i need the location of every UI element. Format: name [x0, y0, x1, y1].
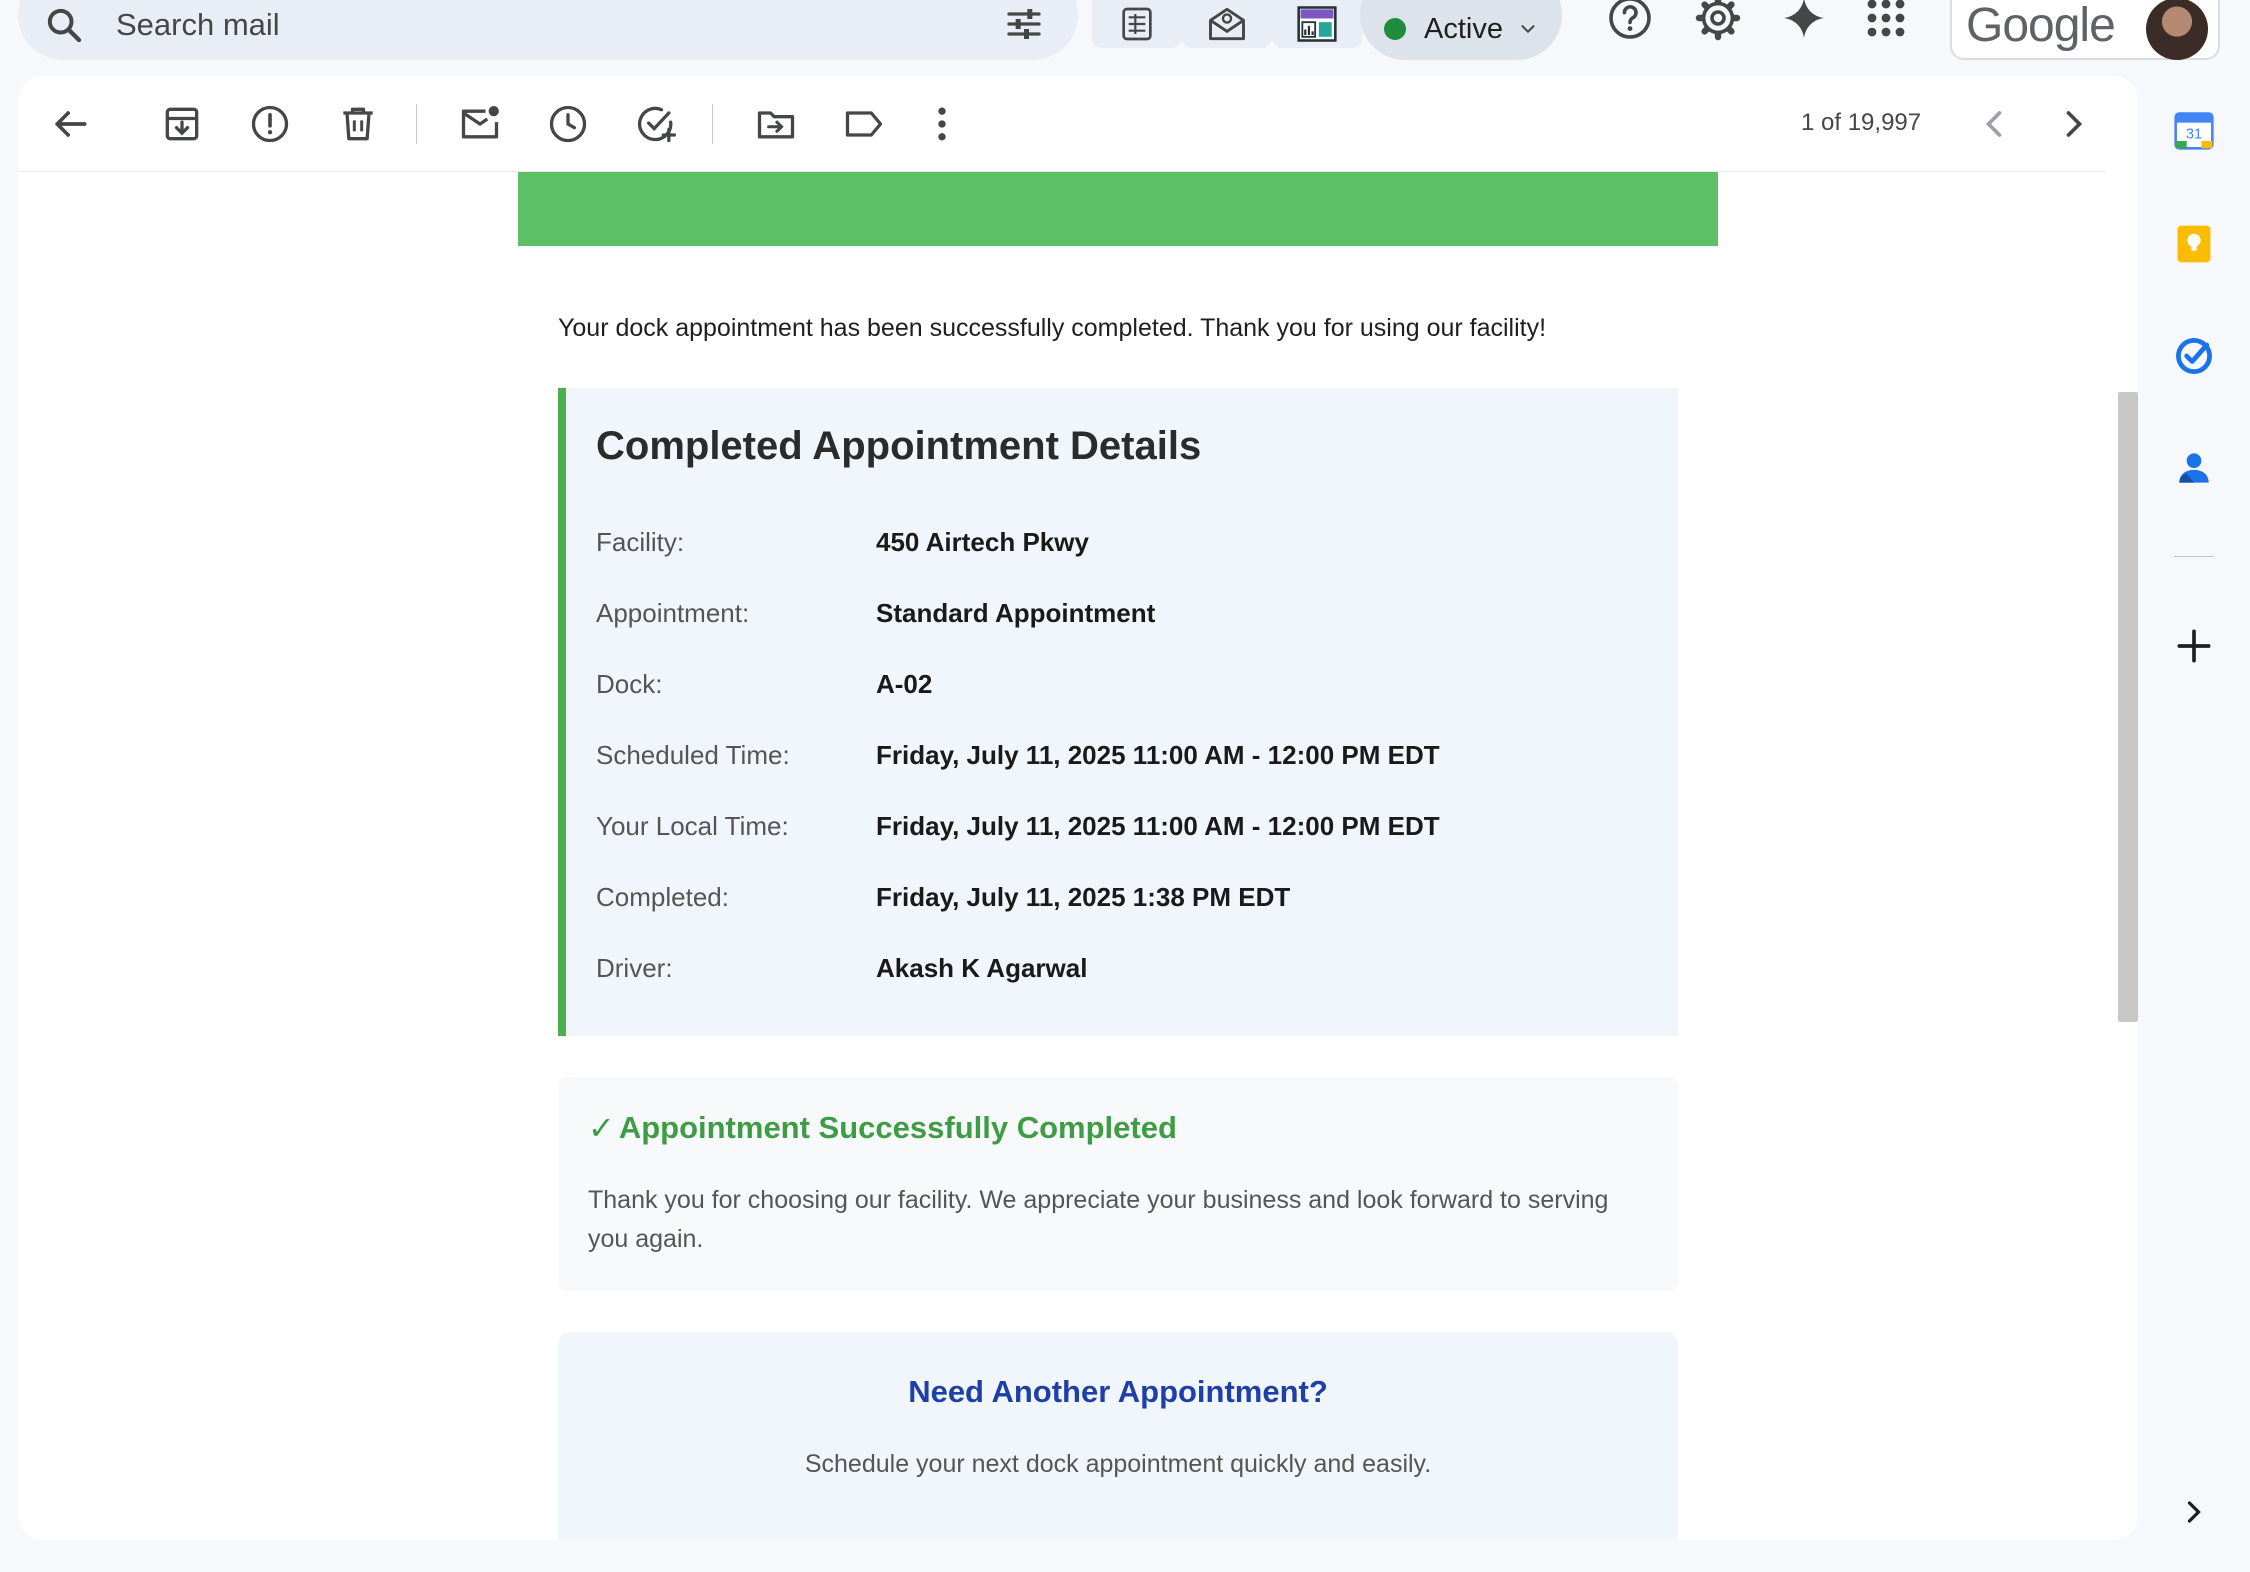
add-icon[interactable] — [2172, 624, 2216, 668]
book-again-heading: Need Another Appointment? — [908, 1374, 1328, 1409]
details-heading: Completed Appointment Details — [596, 424, 1202, 468]
appointment-details-card: Completed Appointment Details Facility: … — [558, 388, 1678, 1036]
open-mail-icon — [1209, 7, 1245, 41]
delete-icon[interactable] — [336, 102, 380, 146]
detail-label: Completed: — [596, 881, 729, 912]
detail-label: Driver: — [596, 952, 673, 983]
message-toolbar: 1 of 19,997 — [18, 76, 2106, 172]
detail-value: Friday, July 11, 2025 1:38 PM EDT — [876, 881, 1291, 912]
detail-row-local-time: Your Local Time: Friday, July 11, 2025 1… — [596, 806, 1440, 846]
mark-unread-icon[interactable] — [458, 102, 502, 146]
table-icon — [1122, 7, 1152, 41]
detail-label: Dock: — [596, 668, 663, 699]
side-panel-divider — [2174, 556, 2214, 557]
toolbar-divider — [712, 104, 713, 144]
archive-icon[interactable] — [160, 102, 204, 146]
detail-value: Friday, July 11, 2025 11:00 AM - 12:00 P… — [876, 810, 1440, 841]
tasks-icon[interactable] — [2172, 334, 2216, 378]
search-options-icon[interactable] — [1004, 4, 1044, 44]
detail-label: Facility: — [596, 526, 685, 557]
report-spam-icon[interactable] — [248, 102, 292, 146]
success-body-text: Thank you for choosing our facility. We … — [588, 1186, 1609, 1253]
chevron-left-icon[interactable] — [1972, 102, 2016, 146]
chevron-down-icon — [1521, 25, 1535, 34]
status-selector[interactable]: Active — [1360, 0, 1562, 60]
detail-row-dock: Dock: A-02 — [596, 664, 932, 704]
detail-label: Appointment: — [596, 597, 750, 628]
sheets-addon-button[interactable] — [1092, 0, 1182, 48]
mail-addon-button[interactable] — [1182, 0, 1272, 48]
calendar-day: 31 — [2186, 126, 2202, 142]
account-switcher[interactable]: Google — [1950, 0, 2220, 60]
detail-row-facility: Facility: 450 Airtech Pkwy — [596, 522, 1089, 562]
search-input[interactable]: Search mail — [116, 7, 280, 43]
detail-value: Friday, July 11, 2025 11:00 AM - 12:00 P… — [876, 739, 1440, 770]
show-side-panel-chevron-icon[interactable] — [2176, 1494, 2212, 1530]
detail-row-appointment: Appointment: Standard Appointment — [596, 593, 1155, 633]
intro-text: Your dock appointment has been successfu… — [558, 314, 1547, 342]
detail-value: 450 Airtech Pkwy — [876, 526, 1089, 557]
keep-icon[interactable] — [2172, 222, 2216, 266]
message-pane: 1 of 19,997 Your dock appointment has be… — [18, 76, 2138, 1540]
snooze-icon[interactable] — [546, 102, 590, 146]
detail-row-driver: Driver: Akash K Agarwal — [596, 948, 1087, 988]
gemini-sparkle-icon[interactable] — [1780, 0, 1828, 42]
scrollbar-thumb[interactable] — [2118, 392, 2138, 1022]
detail-row-scheduled-time: Scheduled Time: Friday, July 11, 2025 11… — [596, 735, 1440, 775]
avatar[interactable] — [2146, 0, 2208, 60]
toolbar-divider — [416, 104, 417, 144]
status-dot — [1384, 18, 1406, 40]
detail-label: Scheduled Time: — [596, 739, 790, 770]
detail-value: Akash K Agarwal — [876, 952, 1088, 983]
dashboard-addon-button[interactable] — [1272, 0, 1362, 48]
detail-value: Standard Appointment — [876, 597, 1156, 628]
detail-value: A-02 — [876, 668, 933, 699]
book-again-card: Need Another Appointment? Schedule your … — [558, 1332, 1678, 1540]
success-heading: ✓ Appointment Successfully Completed — [588, 1109, 1177, 1147]
apps-grid-icon[interactable] — [1862, 0, 1910, 42]
more-options-icon[interactable] — [920, 102, 964, 146]
checkmark-icon: ✓ — [588, 1110, 615, 1146]
success-message-card: ✓ Appointment Successfully Completed Tha… — [558, 1077, 1678, 1291]
google-logo: Google — [1966, 0, 2116, 52]
email-header-banner — [518, 172, 1718, 246]
contacts-icon[interactable] — [2172, 446, 2216, 490]
help-icon[interactable] — [1606, 0, 1654, 42]
detail-row-completed: Completed: Friday, July 11, 2025 1:38 PM… — [596, 877, 1290, 917]
label-icon[interactable] — [842, 102, 886, 146]
dashboard-icon — [1297, 6, 1337, 42]
success-heading-text: Appointment Successfully Completed — [618, 1110, 1177, 1145]
message-position-counter: 1 of 19,997 — [1801, 109, 1922, 136]
detail-label: Your Local Time: — [596, 810, 789, 841]
search-bar[interactable]: Search mail — [18, 0, 1078, 60]
search-icon[interactable] — [44, 5, 84, 45]
book-again-text: Schedule your next dock appointment quic… — [804, 1450, 1432, 1478]
calendar-icon[interactable]: 31 — [2172, 108, 2216, 152]
add-task-icon[interactable] — [634, 102, 678, 146]
back-icon[interactable] — [48, 102, 92, 146]
status-label: Active — [1424, 12, 1503, 45]
settings-gear-icon[interactable] — [1694, 0, 1742, 42]
email-body: Your dock appointment has been successfu… — [18, 172, 2106, 1540]
move-to-icon[interactable] — [754, 102, 798, 146]
chevron-right-icon[interactable] — [2052, 102, 2096, 146]
